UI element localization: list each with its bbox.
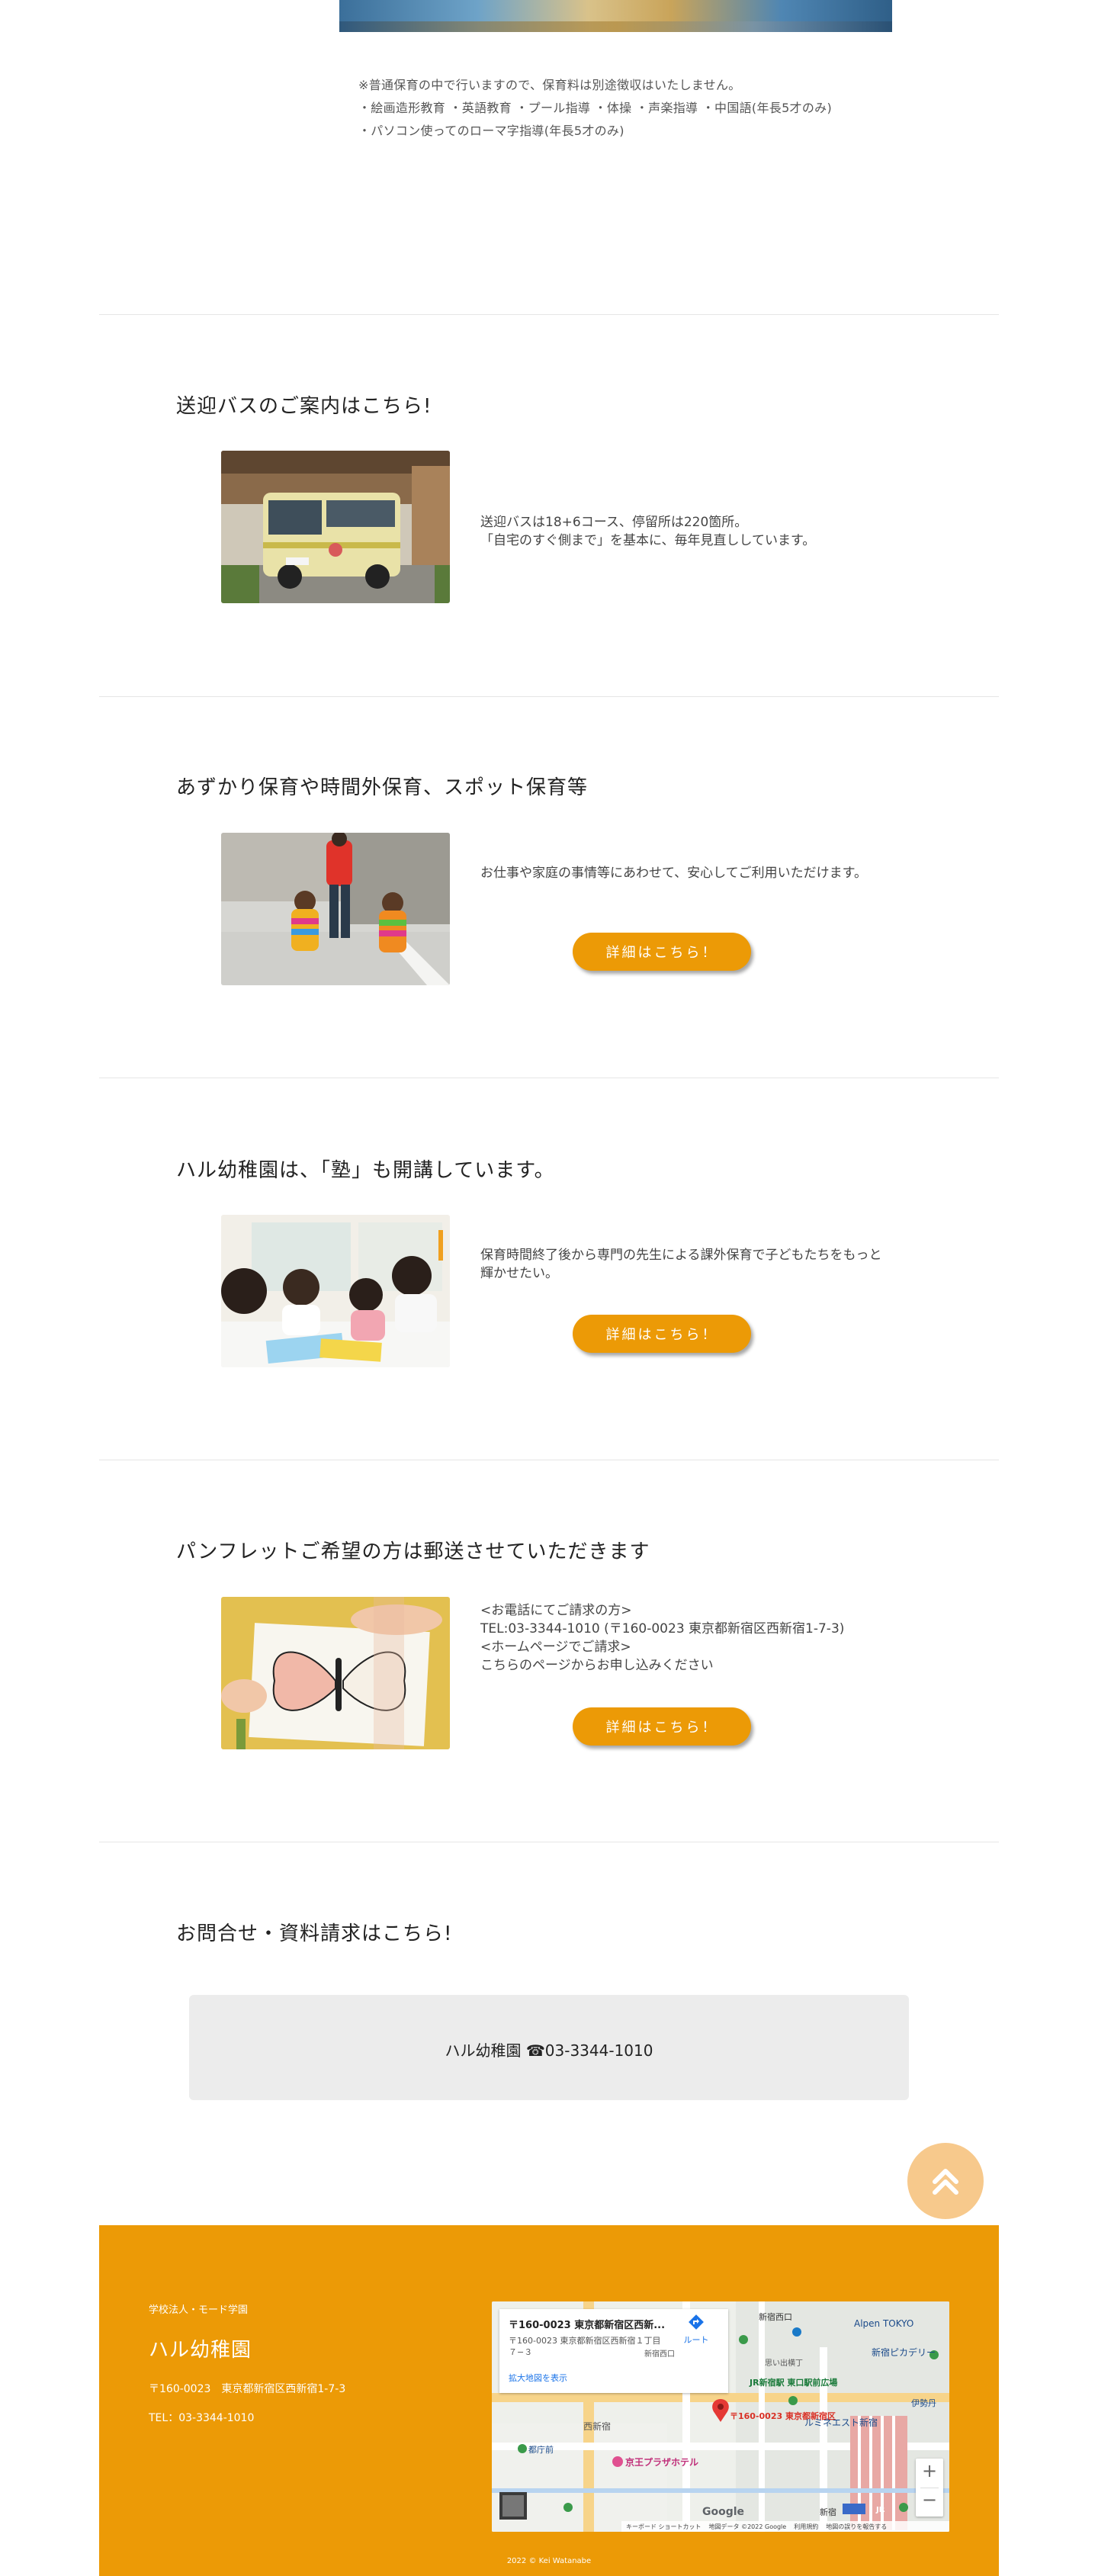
childcare-description: お仕事や家庭の事情等にあわせて、安心してご利用いただけます。 [480, 866, 867, 881]
juku-photo [221, 1215, 450, 1367]
footer-address: 〒160-0023 東京都新宿区西新宿1-7-3 [149, 2383, 346, 2395]
map-label: 伊勢丹 [911, 2398, 936, 2408]
map-label: 西新宿 [583, 2421, 612, 2432]
top-photo [339, 0, 892, 32]
google-logo: Google [702, 2506, 745, 2518]
bus-section-title: 送迎バスのご案内はこちら! [176, 395, 432, 418]
map-card-address: 〒160-0023 東京都新宿区西新宿１丁目７−３ [509, 2336, 661, 2357]
map-zoom-controls: + − [916, 2459, 943, 2517]
map-card-title: 〒160-0023 東京都新宿区西新... [509, 2320, 666, 2331]
footer-school-name: ハル幼稚園 [149, 2339, 252, 2362]
map-route-label: ルート [683, 2335, 709, 2345]
map-label: 新宿西口 [759, 2312, 792, 2322]
childcare-section-title: あずかり保育や時間外保育、スポット保育等 [176, 776, 589, 799]
map-zoom-in-button[interactable]: + [916, 2460, 943, 2481]
scroll-to-top-button[interactable] [907, 2143, 984, 2219]
map-report-error-link[interactable]: 地図の誤りを報告する [826, 2523, 887, 2531]
juku-description: 保育時間終了後から専門の先生による課外保育で子どもたちをもっと輝かせたい。 [480, 1248, 882, 1281]
map-label: 思い出横丁 [765, 2359, 803, 2368]
note-fee: ※普通保育の中で行いますので、保育料は別途徴収はいたしません。 [358, 78, 741, 92]
map-label: JR [876, 2506, 885, 2514]
footer-tel: TEL：03-3344-1010 [149, 2412, 255, 2424]
pamphlet-photo [221, 1597, 450, 1749]
footer-copyright: 2022 © Kei Watanabe [506, 2557, 592, 2565]
section-divider [99, 314, 999, 315]
juku-section-title: ハル幼稚園は、「塾」も開講しています。 [176, 1159, 555, 1182]
pamphlet-description: <お電話にてご請求の方> TEL:03-3344-1010 (〒160-0023… [480, 1603, 845, 1673]
note-pc: ・パソコン使ってのローマ字指導(年長5才のみ) [358, 124, 624, 138]
bus-description: 送迎バスは18+6コース、停留所は220箇所。 「自宅のすぐ側まで」を基本に、毎… [480, 515, 816, 548]
pamphlet-section-title: パンフレットご希望の方は郵送させていただきます [176, 1540, 650, 1563]
double-chevron-up-icon [933, 2169, 958, 2195]
google-map[interactable]: 〒160-0023 東京都新宿区西新... 〒160-0023 東京都新宿区西新… [492, 2301, 949, 2532]
juku-details-button[interactable]: 詳細はこちら！ [573, 1315, 751, 1353]
map-label: Alpen TOKYO [854, 2318, 914, 2329]
contact-section-title: お問合せ・資料請求はこちら! [176, 1922, 453, 1945]
map-keyboard-shortcuts-link[interactable]: キーボード ショートカット [626, 2523, 702, 2531]
contact-phone-text: ハル幼稚園 ☎03-3344-1010 [445, 2041, 653, 2060]
map-zoom-out-button[interactable]: − [916, 2489, 943, 2510]
map-data-attribution: 地図データ ©2022 Google [708, 2523, 787, 2530]
map-info-card: 〒160-0023 東京都新宿区西新... 〒160-0023 東京都新宿区西新… [499, 2309, 728, 2393]
map-label: 京王プラザホテル [625, 2457, 699, 2468]
map-label: 都庁前 [528, 2445, 554, 2455]
section-divider [99, 696, 999, 697]
note-programs: ・絵画造形教育 ・英語教育 ・プール指導 ・体操 ・声楽指導 ・中国語(年長5才… [358, 101, 832, 115]
map-route-button[interactable]: ルート [679, 2314, 713, 2346]
map-label: JR新宿駅 東口駅前広場 [750, 2378, 838, 2388]
bus-photo [221, 451, 450, 603]
childcare-details-button[interactable]: 詳細はこちら！ [573, 933, 751, 971]
map-label: ルミネエスト新宿 [804, 2417, 878, 2428]
map-enlarge-link[interactable]: 拡大地図を表示 [509, 2372, 567, 2384]
map-attribution-bar: キーボード ショートカット 地図データ ©2022 Google 利用規約 地図… [621, 2521, 949, 2532]
map-label: 新宿 [820, 2507, 836, 2517]
childcare-photo [221, 833, 450, 985]
directions-icon [689, 2314, 704, 2330]
map-terms-link[interactable]: 利用規約 [794, 2523, 818, 2531]
pamphlet-details-button[interactable]: 詳細はこちら！ [573, 1707, 751, 1746]
footer-org: 学校法人・モード学園 [149, 2305, 249, 2316]
map-label: 新宿ピカデリー [872, 2347, 936, 2358]
map-label: 新宿西口 [644, 2350, 675, 2359]
